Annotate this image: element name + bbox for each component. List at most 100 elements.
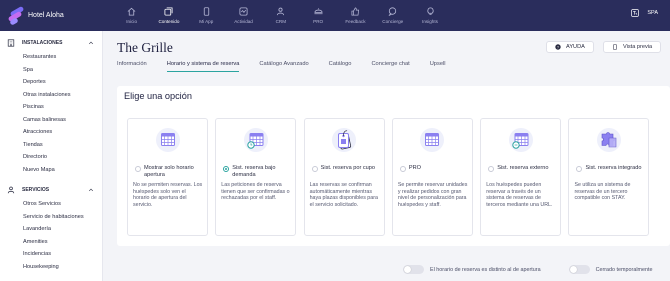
options-list: Mostrar solo horario apertura No se perm… — [127, 118, 657, 236]
sidebar-item-housekeeping[interactable]: Housekeeping — [0, 261, 102, 274]
language-selector[interactable]: SPA — [631, 9, 658, 17]
option-description: Se permite reservar unidades y realizar … — [397, 182, 468, 208]
sidebar-section-servicios[interactable]: SERVICIOS — [0, 182, 102, 198]
option-radio[interactable] — [488, 166, 495, 172]
tab-catalogo-avanzado[interactable]: Catálogo Avanzado — [259, 61, 308, 73]
sidebar-item-restaurantes[interactable]: Restaurantes — [0, 51, 102, 64]
option-radio[interactable] — [399, 166, 406, 172]
sidebar-item-piscinas[interactable]: Piscinas — [0, 101, 102, 114]
sidebar-item-otros-servicios[interactable]: Otros Servicios — [0, 198, 102, 211]
sidebar-item-directorio[interactable]: Directorio — [0, 151, 102, 164]
top-navigation-bar: Hotel Aloha Inicio Contenido Mi App Acti… — [0, 0, 670, 31]
tab-horario-sistema-reserva[interactable]: Horario y sistema de reserva — [166, 61, 239, 73]
option-opening-hours[interactable]: Mostrar solo horario apertura No se perm… — [127, 118, 208, 236]
option-pro[interactable]: PRO Se permite reservar unidades y reali… — [391, 118, 473, 236]
nav-item-insights[interactable]: Insights — [411, 0, 448, 31]
option-label: Sist. reserva integrado — [585, 165, 642, 171]
hotel-name: Hotel Aloha — [28, 12, 64, 19]
option-description: No se permiten reservas. Los huéspedes s… — [133, 182, 203, 208]
nav-item-concierge[interactable]: Concierge — [374, 0, 411, 31]
nav-item-actividad[interactable]: Actividad — [225, 0, 262, 31]
sidebar-item-deportes[interactable]: Deportes — [0, 76, 102, 89]
language-label: SPA — [647, 10, 658, 16]
option-label: Sist. reserva por cupo — [320, 165, 376, 171]
option-integrated[interactable]: Sist. reserva integrado Se utiliza un si… — [568, 118, 650, 236]
nav-label: Actividad — [234, 19, 253, 24]
different-schedule-toggle[interactable] — [403, 265, 424, 274]
help-button-label: AYUDA — [566, 44, 585, 50]
tab-concierge-chat[interactable]: Concierge chat — [371, 61, 409, 73]
option-label: PRO — [408, 165, 422, 171]
option-radio[interactable] — [576, 166, 583, 172]
sidebar: INSTALACIONES Restaurantes Spa Deportes … — [0, 31, 103, 281]
toggle-row: El horario de reserva es distinto al de … — [403, 265, 653, 274]
sidebar-item-incidencias[interactable]: Incidencias — [0, 248, 102, 261]
main-content: The Grille ? AYUDA Vista previa Informac… — [103, 31, 670, 281]
translate-icon — [631, 9, 640, 17]
different-schedule-label: El horario de reserva es distinto al de … — [430, 266, 541, 273]
tab-informacion[interactable]: Información — [117, 61, 147, 73]
tab-catalogo[interactable]: Catálogo — [329, 61, 352, 73]
card-title: Elige una opción — [124, 91, 192, 101]
sidebar-section-title: INSTALACIONES — [22, 40, 63, 46]
option-label: Sist. reserva bajo demanda — [232, 165, 276, 178]
option-label: Mostrar solo horario apertura — [144, 165, 194, 178]
nav-label: CRM — [275, 19, 287, 24]
nav-item-crm[interactable]: CRM — [262, 0, 299, 31]
page-title: The Grille — [117, 40, 173, 55]
sidebar-item-atracciones[interactable]: Atracciones — [0, 126, 102, 139]
option-by-quota[interactable]: Sist. reserva por cupo Las reservas se c… — [303, 118, 385, 236]
temporarily-closed-label: Cerrado temporalmente — [595, 266, 653, 273]
tab-upsell[interactable]: Upsell — [430, 61, 446, 73]
calendar-link-icon — [481, 127, 560, 153]
option-description: Las peticiones de reserva tienen que ser… — [221, 182, 290, 202]
nav-item-mi-app[interactable]: Mi App — [188, 0, 225, 31]
help-button[interactable]: ? AYUDA — [546, 41, 594, 53]
nav-item-contenido[interactable]: Contenido — [150, 0, 187, 31]
nav-label: Concierge — [382, 19, 404, 24]
option-external[interactable]: Sist. reserva externo Los huéspedes pued… — [480, 118, 562, 236]
preview-button[interactable]: Vista previa — [603, 41, 662, 53]
sidebar-item-amenities[interactable]: Amenities — [0, 236, 102, 249]
option-label: Sist. reserva externo — [497, 165, 549, 171]
nav-item-inicio[interactable]: Inicio — [113, 0, 150, 31]
chevron-up-icon[interactable] — [88, 40, 94, 46]
option-description: Las reservas se confirman automáticament… — [309, 182, 378, 208]
hotel-logo-icon — [7, 5, 25, 26]
option-radio[interactable] — [223, 166, 230, 172]
option-radio[interactable] — [311, 166, 318, 172]
chat-icon — [388, 7, 397, 16]
chevron-up-icon[interactable] — [88, 187, 94, 193]
tag-icon — [305, 127, 384, 153]
sidebar-item-camas-balinesas[interactable]: Camas balinesas — [0, 114, 102, 127]
sidebar-item-otras-instalaciones[interactable]: Otras instalaciones — [0, 89, 102, 102]
calendar-icon — [128, 127, 207, 153]
sidebar-section-instalaciones[interactable]: INSTALACIONES — [0, 35, 102, 51]
sidebar-item-lavanderia[interactable]: Lavandería — [0, 223, 102, 236]
activity-icon — [239, 7, 248, 16]
person-icon — [7, 186, 15, 194]
phone-icon — [202, 7, 211, 16]
booking-options-card: Elige una opción Mostrar solo horario ap… — [117, 86, 670, 246]
sidebar-item-spa[interactable]: Spa — [0, 64, 102, 77]
content-icon — [164, 7, 173, 16]
nav-item-pro[interactable]: PRO — [299, 0, 336, 31]
preview-icon — [613, 44, 617, 50]
sidebar-item-servicio-habitaciones[interactable]: Servicio de habitaciones — [0, 211, 102, 224]
help-icon: ? — [555, 44, 561, 50]
nav-item-feedback[interactable]: Feedback — [337, 0, 374, 31]
users-icon — [276, 7, 285, 16]
calendar-clock-icon — [216, 127, 295, 153]
nav-label: Contenido — [158, 19, 180, 24]
option-on-demand[interactable]: Sist. reserva bajo demanda Las peticione… — [215, 118, 297, 236]
sidebar-item-nuevo-mapa[interactable]: Nuevo Mapa — [0, 164, 102, 177]
puzzle-icon — [569, 127, 648, 153]
lightbulb-icon — [426, 7, 435, 16]
nav-label: Insights — [422, 19, 438, 24]
sidebar-item-tiendas[interactable]: Tiendas — [0, 139, 102, 152]
option-radio[interactable] — [135, 166, 141, 172]
temporarily-closed-toggle[interactable] — [568, 265, 590, 274]
brand[interactable]: Hotel Aloha — [0, 5, 110, 26]
nav-label: Inicio — [126, 19, 138, 24]
option-description: Los huéspedes pueden reservar a través d… — [486, 182, 553, 208]
